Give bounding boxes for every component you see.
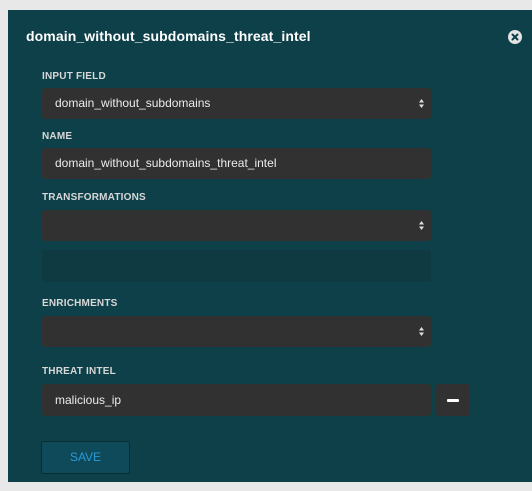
threat-intel-value: malicious_ip (55, 393, 122, 407)
transformations-label: TRANSFORMATIONS (42, 192, 146, 203)
name-label: NAME (42, 131, 73, 142)
panel-title: domain_without_subdomains_threat_intel (26, 28, 311, 44)
name-input[interactable]: domain_without_subdomains_threat_intel (42, 148, 431, 179)
input-field-select[interactable]: domain_without_subdomains (42, 88, 431, 119)
input-field-label: INPUT FIELD (42, 71, 106, 82)
transformations-list (42, 250, 431, 282)
transformations-select[interactable] (42, 210, 431, 241)
remove-threat-intel-button[interactable] (436, 384, 470, 416)
minus-icon (447, 399, 459, 402)
threat-intel-label: THREAT INTEL (42, 366, 116, 377)
select-caret-icon (419, 327, 424, 336)
threat-intel-panel: domain_without_subdomains_threat_intel I… (8, 10, 532, 482)
enrichments-select[interactable] (42, 316, 431, 347)
threat-intel-input[interactable]: malicious_ip (42, 384, 431, 416)
select-caret-icon (419, 221, 424, 230)
save-button[interactable]: SAVE (41, 441, 130, 474)
enrichments-label: ENRICHMENTS (42, 298, 118, 309)
close-icon[interactable] (508, 30, 522, 44)
name-value: domain_without_subdomains_threat_intel (55, 156, 277, 170)
select-caret-icon (419, 99, 424, 108)
input-field-value: domain_without_subdomains (55, 96, 211, 110)
